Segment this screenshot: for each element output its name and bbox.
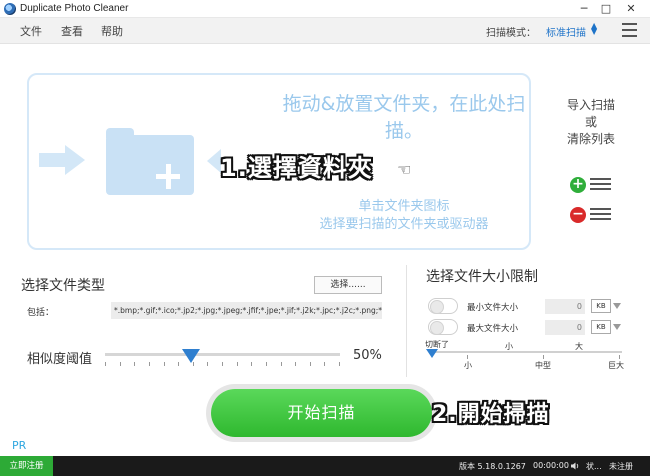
drop-hint-line-1: 单击文件夹图标 [358,199,450,214]
min-size-unit-select[interactable]: KB [591,299,611,313]
size-slider-thumb[interactable] [426,349,438,358]
similarity-tick [281,362,282,366]
version-text: 版本 5.18.0.1267 [459,462,526,471]
scan-mode-caret-icon[interactable]: ▲ ▼ [591,22,597,36]
list-icon[interactable] [590,208,611,223]
clear-list-button[interactable]: − [570,206,612,224]
similarity-tick [105,362,106,366]
max-size-unit-select[interactable]: KB [591,320,611,334]
maximize-button[interactable]: □ [597,1,615,17]
similarity-tick [134,362,135,366]
hamburger-menu-icon[interactable] [622,23,637,37]
size-scale-small: 小 [464,361,472,370]
menu-view[interactable]: 查看 [61,23,83,39]
similarity-tick [149,362,150,366]
include-label: 包括： [27,308,55,318]
min-size-label: 最小文件大小 [467,303,519,313]
scan-mode-select[interactable]: 标准扫描 [546,24,586,39]
similarity-tick [310,362,311,366]
status-state: 状... [586,462,602,471]
size-slider-track[interactable] [429,351,622,353]
max-size-toggle[interactable] [428,319,458,335]
pr-label: PR [12,439,27,452]
similarity-tick [207,362,208,366]
license-status: 未注册 [609,462,633,471]
similarity-label: 相似度阈值 [27,352,93,367]
drop-arrow-icon [39,153,65,167]
similarity-tick [222,362,223,366]
folder-plus-icon[interactable] [166,164,171,189]
import-line-1: 导入扫描 [566,98,615,112]
speaker-icon[interactable] [570,461,580,471]
max-size-label: 最大文件大小 [467,324,519,334]
size-tick [467,355,468,359]
similarity-tick [164,362,165,366]
step-2-annotation: 2.開始掃描 [432,402,550,427]
import-scan-label: 导入扫描 或 清除列表 [558,97,624,148]
size-scale-huge: 巨大 [608,361,624,370]
similarity-slider-ticks [105,362,340,366]
size-scale-medium: 中型 [535,361,551,370]
add-folder-icon[interactable] [106,135,194,195]
similarity-tick [295,362,296,366]
similarity-slider-track[interactable] [105,353,340,356]
similarity-slider-thumb[interactable] [182,349,200,363]
drop-hint-line-2: 选择要扫描的文件夹或驱动器 [319,217,489,232]
status-bar: 立即注册 版本 5.18.0.1267 00:00:00 状... 未注册 [0,456,650,476]
hand-cursor-icon: ☜ [397,160,412,179]
elapsed-time: 00:00:00 [533,461,569,470]
similarity-tick [178,362,179,366]
menu-help[interactable]: 帮助 [101,23,123,39]
minimize-button[interactable]: ─ [575,1,593,17]
close-button[interactable]: ✕ [622,1,640,17]
choose-file-types-button[interactable]: 选择...... [314,276,382,294]
similarity-tick [324,362,325,366]
min-size-toggle[interactable] [428,298,458,314]
window-title: Duplicate Photo Cleaner [20,3,129,14]
step-1-annotation: 1.選擇資料夾 [220,154,373,182]
app-logo-icon [4,3,16,15]
import-list-button[interactable]: + [570,176,612,194]
start-scan-button[interactable]: 开始扫描 [211,389,432,437]
similarity-tick [266,362,267,366]
similarity-value: 50% [353,348,382,363]
max-unit-caret-icon[interactable] [613,324,621,330]
scan-mode-label: 扫描模式： [486,28,536,39]
similarity-tick [251,362,252,366]
plus-circle-icon[interactable]: + [570,177,586,193]
register-now-button[interactable]: 立即注册 [0,456,53,476]
similarity-tick [339,362,340,366]
menu-bar: 文件 查看 帮助 扫描模式： 标准扫描 ▲ ▼ [0,18,650,44]
title-bar: Duplicate Photo Cleaner ─ □ ✕ [0,0,650,18]
import-line-2: 或 [584,115,597,129]
file-type-title: 选择文件类型 [21,278,105,294]
import-line-3: 清除列表 [566,132,615,146]
include-extensions-field[interactable]: *.bmp;*.gif;*.ico;*.jp2;*.jpg;*.jpeg;*.j… [111,302,382,319]
size-tick [619,355,620,359]
min-unit-caret-icon[interactable] [613,303,621,309]
similarity-tick [237,362,238,366]
drop-zone-hint: 单击文件夹图标 选择要扫描的文件夹或驱动器 [279,198,529,234]
drop-arrow-head-icon [65,145,85,175]
list-icon[interactable] [590,178,611,193]
minus-circle-icon[interactable]: − [570,207,586,223]
drop-zone-title: 拖动&放置文件夹，在此处扫描。 [282,93,526,142]
size-tick [543,355,544,359]
max-size-input[interactable]: 0 [545,320,585,335]
similarity-tick [120,362,121,366]
min-size-input[interactable]: 0 [545,299,585,314]
section-divider [406,265,407,377]
drop-arrow-left-icon [207,149,221,173]
menu-file[interactable]: 文件 [20,23,42,39]
size-limit-title: 选择文件大小限制 [426,269,538,285]
